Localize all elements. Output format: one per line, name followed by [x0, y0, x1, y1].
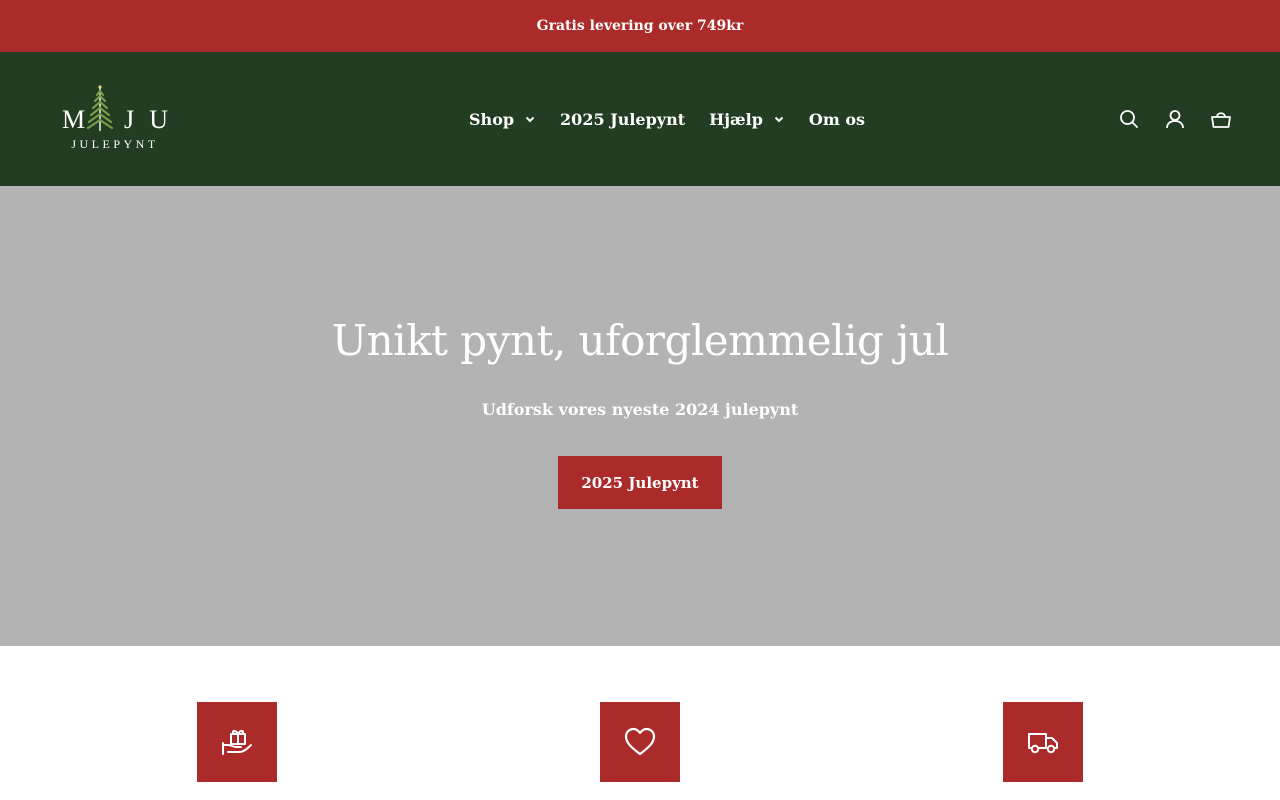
nav-item-shop[interactable]: Shop: [469, 110, 536, 129]
gift-hand-icon: [222, 730, 252, 755]
hero-banner: Unikt pynt, uforglemmelig jul Udforsk vo…: [0, 186, 1280, 646]
header-actions: [1118, 52, 1232, 186]
main-nav: Shop 2025 Julepynt Hjælp Om os: [469, 52, 865, 186]
chevron-down-icon: [524, 113, 536, 125]
feature-gift: [197, 702, 277, 782]
hero-title: Unikt pynt, uforglemmelig jul: [331, 316, 949, 365]
logo-letter: M: [62, 105, 86, 134]
announcement-bar: Gratis levering over 749kr: [0, 0, 1280, 52]
feature-heart: [600, 702, 680, 782]
account-icon[interactable]: [1164, 108, 1186, 130]
nav-item-hjaelp[interactable]: Hjælp: [709, 110, 785, 129]
site-header: M I J U JULEPYNT Shop 2025 Julepynt Hjæl…: [0, 52, 1280, 186]
hero-cta-button[interactable]: 2025 Julepynt: [558, 456, 722, 509]
search-icon[interactable]: [1118, 108, 1140, 130]
logo[interactable]: M I J U JULEPYNT: [60, 85, 170, 155]
chevron-down-icon: [773, 113, 785, 125]
logo-letter: J: [123, 105, 135, 134]
cart-icon[interactable]: [1210, 108, 1232, 130]
hero-subtitle: Udforsk vores nyeste 2024 julepynt: [481, 400, 799, 419]
logo-subtitle: JULEPYNT: [71, 137, 159, 151]
feature-delivery: [1003, 702, 1083, 782]
logo-letter: U: [149, 105, 168, 134]
logo-wordmark: M I J U: [62, 105, 168, 135]
nav-item-label: Hjælp: [709, 109, 763, 129]
nav-item-2025-julepynt[interactable]: 2025 Julepynt: [560, 110, 685, 129]
announcement-text: Gratis levering over 749kr: [536, 18, 744, 34]
heart-icon: [624, 727, 656, 756]
nav-item-label: Om os: [808, 109, 866, 129]
nav-item-label: Shop: [469, 109, 515, 129]
features-section: [0, 646, 1280, 800]
nav-item-label: 2025 Julepynt: [560, 109, 686, 129]
truck-icon: [1028, 733, 1058, 754]
nav-item-om-os[interactable]: Om os: [809, 110, 865, 129]
